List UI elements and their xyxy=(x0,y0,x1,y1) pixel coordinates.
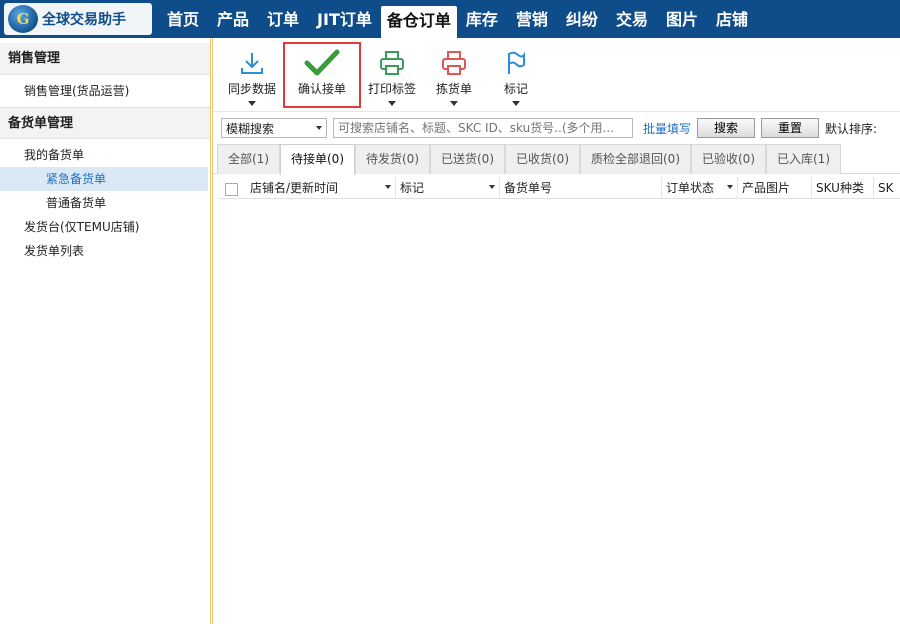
pick-list-label: 拣货单 xyxy=(435,82,472,96)
nav-item[interactable]: 营销 xyxy=(507,0,557,38)
chevron-down-icon[interactable] xyxy=(248,101,256,106)
logo-icon: G xyxy=(8,5,38,33)
nav-item[interactable]: 库存 xyxy=(457,0,507,38)
column-header-sku-types[interactable]: SKU种类 xyxy=(812,176,874,199)
print-label-button[interactable]: 打印标签 xyxy=(361,38,423,111)
nav-item[interactable]: 图片 xyxy=(657,0,707,38)
confirm-order-button[interactable]: 确认接单 xyxy=(283,42,361,108)
sidebar-item-sales-management[interactable]: 销售管理(货品运营) xyxy=(0,79,210,103)
printer-icon xyxy=(440,48,468,78)
chevron-down-icon[interactable] xyxy=(727,184,733,189)
chevron-down-icon[interactable] xyxy=(388,101,396,106)
status-tab[interactable]: 已送货(0) xyxy=(430,144,505,174)
app-title: 全球交易助手 xyxy=(42,12,126,28)
print-label-label: 打印标签 xyxy=(367,82,416,96)
nav-item[interactable]: 纠纷 xyxy=(557,0,607,38)
chevron-down-icon[interactable] xyxy=(450,101,458,106)
status-tabs: 全部(1) 待接单(0) 待发货(0) 已送货(0) 已收货(0) 质检全部退回(0) 已验… xyxy=(213,144,900,175)
batch-fill-link[interactable]: 批量填写 xyxy=(643,120,691,137)
chevron-down-icon[interactable] xyxy=(489,184,495,189)
status-tab[interactable]: 已验收(0) xyxy=(691,144,766,174)
status-tab[interactable]: 已收货(0) xyxy=(505,144,580,174)
confirm-order-label: 确认接单 xyxy=(297,82,346,96)
download-icon xyxy=(239,48,265,78)
sidebar-item-normal-orders[interactable]: 普通备货单 xyxy=(0,191,210,215)
printer-icon xyxy=(378,48,406,78)
column-header-product-image[interactable]: 产品图片 xyxy=(738,176,812,199)
nav-item[interactable]: 店铺 xyxy=(707,0,757,38)
column-header-order-no[interactable]: 备货单号 xyxy=(500,176,662,199)
search-row: 模糊搜索 批量填写 搜索 重置 默认排序: xyxy=(213,116,900,140)
toolbar: 同步数据 确认接单 打印标签 拣货单 标记 xyxy=(213,38,900,112)
status-tab[interactable]: 质检全部退回(0) xyxy=(580,144,691,174)
nav-item[interactable]: 订单 xyxy=(258,0,308,38)
table-header: 店铺名/更新时间 标记 备货单号 订单状态 产品图片 SKU种类 SK xyxy=(219,176,900,199)
column-header-order-status[interactable]: 订单状态 xyxy=(662,176,738,199)
column-header-sku[interactable]: SK xyxy=(874,177,898,199)
sidebar: 销售管理 销售管理(货品运营) 备货单管理 我的备货单 紧急备货单 普通备货单 … xyxy=(0,38,211,624)
mark-label: 标记 xyxy=(503,82,528,96)
reset-button[interactable]: 重置 xyxy=(761,118,820,138)
nav-item[interactable]: JIT订单 xyxy=(308,0,381,38)
sync-data-label: 同步数据 xyxy=(227,82,276,96)
status-tab[interactable]: 待接单(0) xyxy=(280,144,355,175)
select-all-checkbox[interactable] xyxy=(225,183,238,196)
sidebar-item-my-orders[interactable]: 我的备货单 xyxy=(0,143,210,167)
search-button[interactable]: 搜索 xyxy=(697,118,756,138)
sidebar-section-sales[interactable]: 销售管理 xyxy=(0,43,210,75)
status-tab[interactable]: 已入库(1) xyxy=(766,144,841,174)
sidebar-item-shipment-list[interactable]: 发货单列表 xyxy=(0,239,210,263)
main-panel: 同步数据 确认接单 打印标签 拣货单 标记 模糊搜索 可搜索店铺名、标题、SKC… xyxy=(212,38,900,624)
status-tab[interactable]: 待发货(0) xyxy=(355,144,430,174)
sort-label: 默认排序: xyxy=(825,121,878,136)
top-nav: G 全球交易助手 首页 产品 订单 JIT订单 备仓订单 库存 营销 纠纷 交易 图片 店铺 xyxy=(0,0,900,38)
chevron-down-icon[interactable] xyxy=(385,184,391,189)
chevron-down-icon xyxy=(316,126,322,130)
search-input[interactable] xyxy=(333,118,633,138)
nav-item[interactable]: 首页 xyxy=(158,0,208,38)
nav-item[interactable]: 产品 xyxy=(208,0,258,38)
checkmark-icon xyxy=(304,48,340,78)
sidebar-item-urgent-orders[interactable]: 紧急备货单 xyxy=(0,167,208,191)
search-mode-select[interactable]: 模糊搜索 xyxy=(221,118,327,138)
search-mode-value: 模糊搜索 xyxy=(226,121,275,136)
status-tab[interactable]: 全部(1) xyxy=(217,144,280,174)
flag-icon xyxy=(504,48,528,78)
sync-data-button[interactable]: 同步数据 xyxy=(221,38,283,111)
chevron-down-icon[interactable] xyxy=(512,101,520,106)
sidebar-section-stock-orders[interactable]: 备货单管理 xyxy=(0,107,210,139)
mark-button[interactable]: 标记 xyxy=(485,38,547,111)
nav-item[interactable]: 备仓订单 xyxy=(380,6,457,38)
nav-item[interactable]: 交易 xyxy=(607,0,657,38)
pick-list-button[interactable]: 拣货单 xyxy=(423,38,485,111)
app-logo[interactable]: G 全球交易助手 xyxy=(4,3,152,35)
column-header-mark[interactable]: 标记 xyxy=(396,176,500,199)
column-header-store[interactable]: 店铺名/更新时间 xyxy=(246,176,396,199)
sidebar-item-shipping-desk[interactable]: 发货台(仅TEMU店铺) xyxy=(0,215,210,239)
nav-menu: 首页 产品 订单 JIT订单 备仓订单 库存 营销 纠纷 交易 图片 店铺 xyxy=(158,0,757,38)
